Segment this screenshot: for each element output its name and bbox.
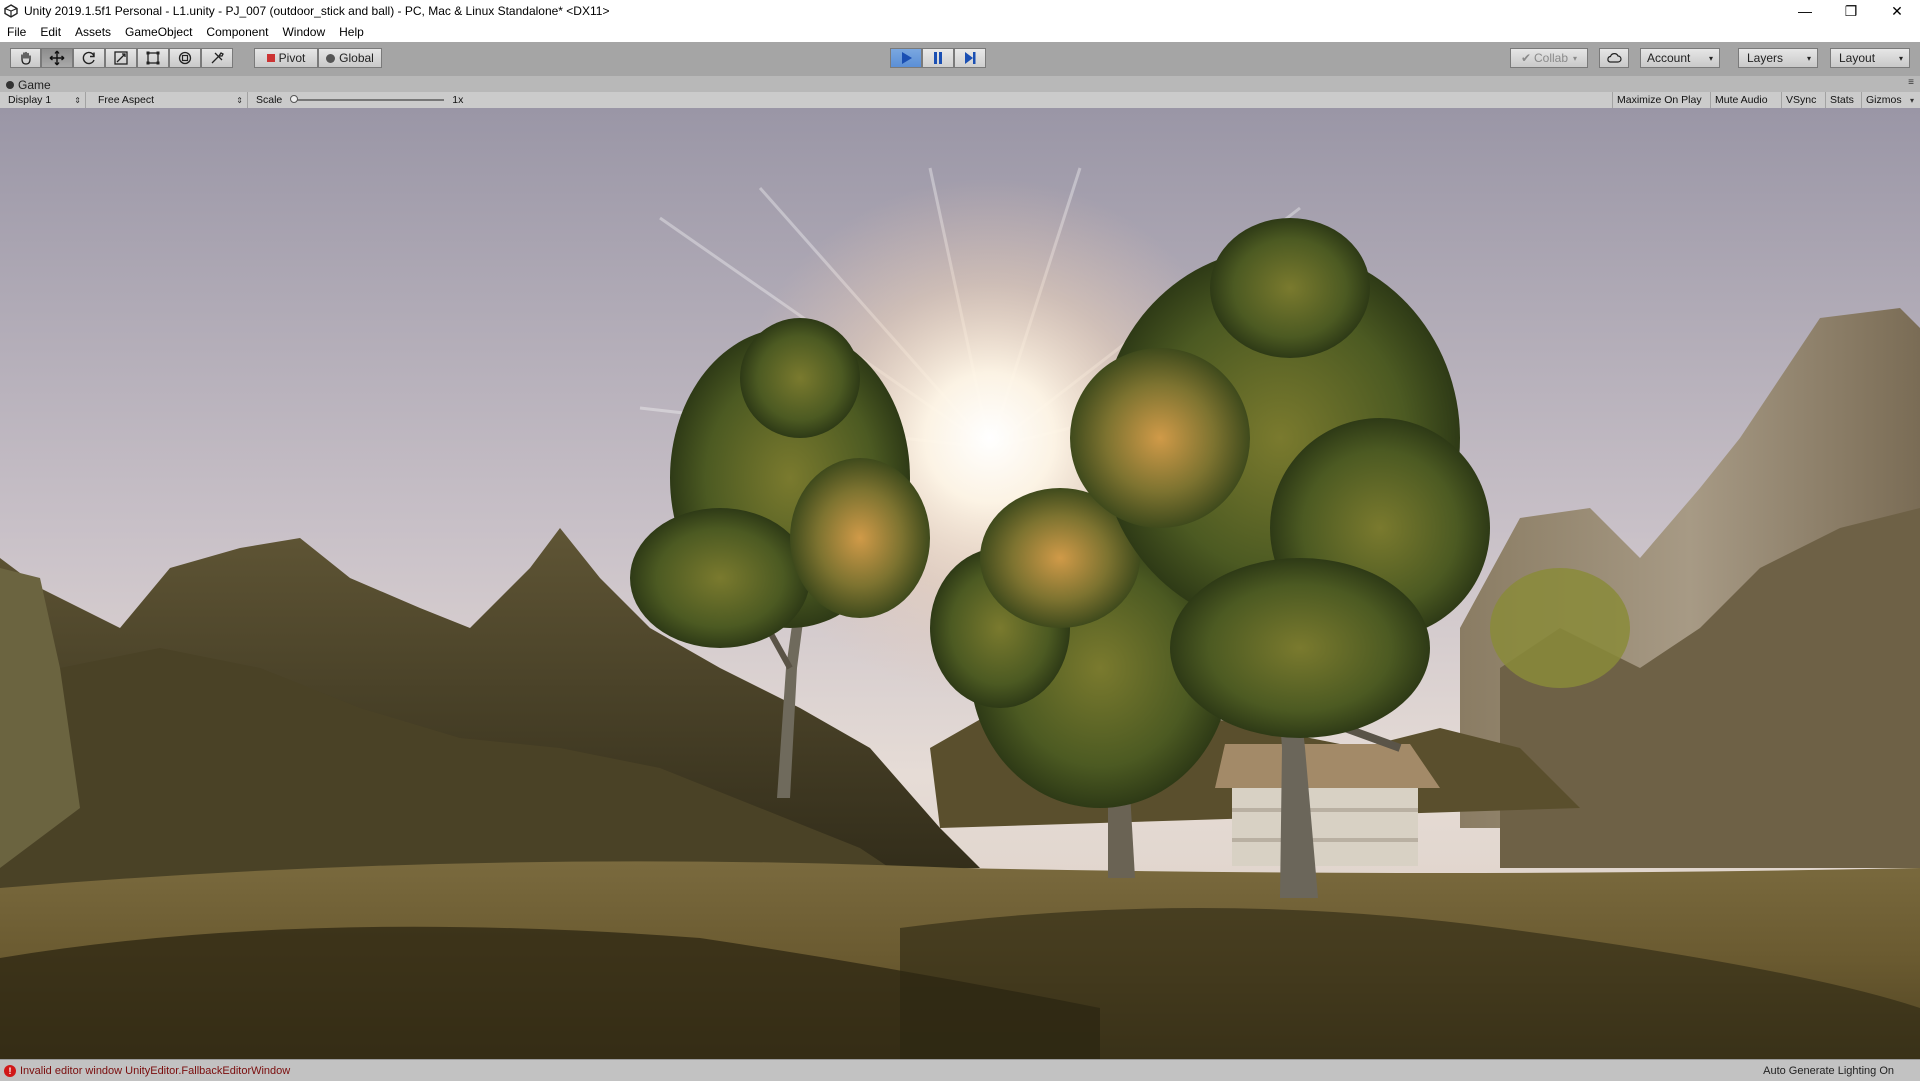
status-error-message[interactable]: Invalid editor window UnityEditor.Fallba… bbox=[20, 1065, 290, 1077]
menu-window[interactable]: Window bbox=[275, 25, 332, 39]
mute-audio-label: Mute Audio bbox=[1715, 94, 1768, 106]
dropdown-arrow-icon: ▾ bbox=[1708, 53, 1713, 63]
error-icon: ! bbox=[4, 1064, 16, 1077]
dropdown-arrow-icon: ▾ bbox=[1909, 95, 1914, 105]
rect-tool-button[interactable] bbox=[137, 48, 169, 68]
pivot-toggle[interactable]: Pivot bbox=[254, 48, 318, 68]
window-title: Unity 2019.1.5f1 Personal - L1.unity - P… bbox=[24, 4, 610, 18]
main-toolbar: Pivot Global ✔ Collab ▾ Account ▾ Layers… bbox=[0, 42, 1920, 77]
transform-icon bbox=[178, 51, 192, 65]
vsync-label: VSync bbox=[1786, 94, 1817, 106]
restore-button[interactable]: ❐ bbox=[1828, 0, 1874, 22]
global-label: Global bbox=[339, 51, 374, 65]
pause-icon bbox=[934, 52, 942, 64]
display-label: Display 1 bbox=[8, 94, 52, 106]
global-toggle[interactable]: Global bbox=[318, 48, 382, 68]
unity-logo-icon bbox=[4, 4, 18, 18]
vsync-toggle[interactable]: VSync bbox=[1782, 92, 1826, 108]
account-dropdown[interactable]: Account ▾ bbox=[1640, 48, 1720, 68]
maximize-on-play-toggle[interactable]: Maximize On Play bbox=[1612, 92, 1711, 108]
play-button[interactable] bbox=[890, 48, 922, 68]
window-title-bar: Unity 2019.1.5f1 Personal - L1.unity - P… bbox=[0, 0, 1920, 22]
gizmos-dropdown[interactable]: Gizmos ▾ bbox=[1862, 92, 1918, 108]
menu-file[interactable]: File bbox=[0, 25, 33, 39]
layers-dropdown[interactable]: Layers ▾ bbox=[1738, 48, 1818, 68]
game-view-controls: Display 1 ⇕ Free Aspect ⇕ Scale 1x Maxim… bbox=[0, 92, 1920, 109]
move-tool-button[interactable] bbox=[41, 48, 73, 68]
account-label: Account bbox=[1647, 51, 1691, 65]
tab-menu-icon[interactable]: ≡ bbox=[1908, 77, 1914, 88]
globe-icon bbox=[326, 53, 336, 63]
aspect-dropdown[interactable]: Free Aspect ⇕ bbox=[90, 92, 248, 108]
aspect-label: Free Aspect bbox=[98, 94, 155, 106]
gizmos-label: Gizmos bbox=[1866, 94, 1902, 106]
minimize-button[interactable]: — bbox=[1782, 0, 1828, 22]
scale-control: Scale 1x bbox=[250, 92, 470, 108]
close-button[interactable]: ✕ bbox=[1874, 0, 1920, 22]
scale-icon bbox=[114, 51, 128, 65]
step-button[interactable] bbox=[954, 48, 986, 68]
cabin-house bbox=[1215, 744, 1440, 866]
tools-icon bbox=[211, 52, 224, 64]
display-dropdown[interactable]: Display 1 ⇕ bbox=[0, 92, 86, 108]
layers-label: Layers bbox=[1747, 51, 1784, 65]
transform-tool-button[interactable] bbox=[169, 48, 201, 68]
menu-assets[interactable]: Assets bbox=[68, 25, 118, 39]
menu-component[interactable]: Component bbox=[199, 25, 275, 39]
maximize-on-play-label: Maximize On Play bbox=[1617, 94, 1702, 106]
dropdown-arrow-icon: ▾ bbox=[1806, 53, 1811, 63]
stats-label: Stats bbox=[1830, 94, 1854, 106]
move-arrows-icon bbox=[49, 50, 65, 66]
game-viewport[interactable] bbox=[0, 108, 1920, 1059]
cloud-button[interactable] bbox=[1599, 48, 1629, 68]
play-icon bbox=[902, 52, 912, 64]
pivot-label: Pivot bbox=[278, 51, 306, 65]
stats-toggle[interactable]: Stats bbox=[1826, 92, 1862, 108]
tab-game[interactable]: Game bbox=[6, 77, 51, 92]
rotate-icon bbox=[82, 51, 95, 65]
game-scene-render bbox=[0, 108, 1920, 1059]
dropdown-arrow-icon: ⇕ bbox=[74, 95, 81, 105]
scale-value: 1x bbox=[452, 94, 464, 106]
status-bar: ! Invalid editor window UnityEditor.Fall… bbox=[0, 1059, 1920, 1081]
scale-tool-button[interactable] bbox=[105, 48, 137, 68]
collab-dropdown[interactable]: ✔ Collab ▾ bbox=[1510, 48, 1588, 68]
check-icon: ✔ bbox=[1520, 51, 1531, 65]
dropdown-arrow-icon: ⇕ bbox=[236, 95, 243, 105]
collab-label: Collab bbox=[1534, 51, 1569, 65]
dropdown-arrow-icon: ▾ bbox=[1573, 53, 1578, 63]
auto-generate-lighting-status[interactable]: Auto Generate Lighting On bbox=[1763, 1065, 1894, 1077]
game-pacman-icon bbox=[6, 80, 14, 89]
pivot-icon bbox=[266, 54, 275, 62]
layout-label: Layout bbox=[1839, 51, 1876, 65]
pause-button[interactable] bbox=[922, 48, 954, 68]
step-icon bbox=[965, 52, 976, 64]
scale-slider[interactable] bbox=[290, 95, 445, 103]
hand-tool-button[interactable] bbox=[10, 48, 41, 68]
menu-gameobject[interactable]: GameObject bbox=[118, 25, 199, 39]
mute-audio-toggle[interactable]: Mute Audio bbox=[1711, 92, 1782, 108]
game-tab-label: Game bbox=[18, 77, 51, 92]
rotate-tool-button[interactable] bbox=[73, 48, 105, 68]
scale-label: Scale bbox=[256, 94, 283, 106]
game-tab-bar: Game ≡ bbox=[0, 76, 1920, 92]
menu-bar: File Edit Assets GameObject Component Wi… bbox=[0, 22, 1920, 42]
cloud-icon bbox=[1607, 53, 1622, 63]
menu-edit[interactable]: Edit bbox=[33, 25, 68, 39]
layout-dropdown[interactable]: Layout ▾ bbox=[1830, 48, 1910, 68]
menu-help[interactable]: Help bbox=[332, 25, 371, 39]
dropdown-arrow-icon: ▾ bbox=[1898, 53, 1903, 63]
hand-icon bbox=[20, 51, 31, 65]
custom-tool-button[interactable] bbox=[201, 48, 233, 68]
rect-transform-icon bbox=[146, 51, 160, 65]
scale-slider-handle[interactable] bbox=[290, 95, 299, 103]
